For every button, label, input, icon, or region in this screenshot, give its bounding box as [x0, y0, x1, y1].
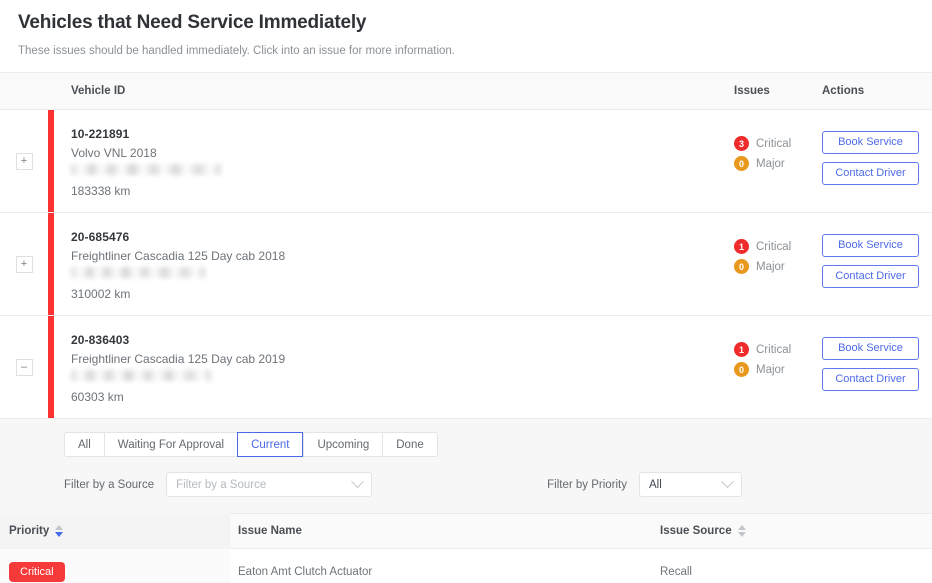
- filter-source-select[interactable]: Filter by a Source: [166, 472, 373, 497]
- vehicle-odometer: 60303 km: [71, 390, 124, 404]
- issues-cell: 3 Critical 0 Major: [734, 110, 822, 212]
- vehicle-info-cell: 10-221891 Volvo VNL 2018 183338 km: [54, 110, 734, 212]
- critical-label: Critical: [756, 137, 792, 150]
- actions-cell: Book Service Contact Driver: [822, 213, 932, 315]
- status-badge: Critical: [9, 562, 65, 582]
- vehicle-odometer: 310002 km: [71, 287, 131, 301]
- filter-source-label: Filter by a Source: [64, 478, 155, 491]
- chevron-down-icon: [721, 475, 734, 489]
- row-expand-button[interactable]: +: [15, 152, 33, 170]
- critical-issue-count: 1 Critical: [734, 342, 822, 357]
- table-row[interactable]: – 20-836403 Freightliner Cascadia 125 Da…: [0, 316, 932, 419]
- column-header-issue-name: Issue Name: [230, 525, 660, 537]
- major-count-badge: 0: [734, 362, 749, 377]
- table-row[interactable]: + 10-221891 Volvo VNL 2018 183338 km 3 C…: [0, 110, 932, 213]
- sort-descending-icon[interactable]: [55, 525, 64, 537]
- table-row[interactable]: + 20-685476 Freightliner Cascadia 125 Da…: [0, 213, 932, 316]
- tab-upcoming[interactable]: Upcoming: [303, 432, 383, 457]
- vehicle-info-cell: 20-685476 Freightliner Cascadia 125 Day …: [54, 213, 734, 315]
- sort-icon[interactable]: [737, 525, 746, 537]
- vehicle-id: 10-221891: [71, 127, 130, 141]
- major-label: Major: [756, 363, 785, 376]
- expander-cell: +: [0, 110, 48, 212]
- filter-source-placeholder: Filter by a Source: [176, 478, 267, 491]
- book-service-button[interactable]: Book Service: [822, 234, 919, 257]
- vehicle-model: Freightliner Cascadia 125 Day cab 2019: [71, 352, 286, 366]
- major-issue-count: 0 Major: [734, 156, 822, 171]
- vehicle-vin-redacted: [71, 267, 205, 278]
- tab-waiting-for-approval[interactable]: Waiting For Approval: [103, 432, 238, 457]
- critical-label: Critical: [756, 240, 792, 253]
- book-service-button[interactable]: Book Service: [822, 131, 919, 154]
- vehicle-id: 20-836403: [71, 333, 130, 347]
- issue-name: Eaton Amt Clutch Actuator: [238, 566, 373, 578]
- book-service-button[interactable]: Book Service: [822, 337, 919, 360]
- issue-row[interactable]: Critical Eaton Amt Clutch Actuator Recal…: [0, 548, 932, 583]
- filters-row: Filter by a Source Filter by a Source Fi…: [64, 472, 932, 497]
- tab-done[interactable]: Done: [382, 432, 438, 457]
- critical-count-badge: 1: [734, 239, 749, 254]
- tab-all[interactable]: All: [64, 432, 104, 457]
- expander-cell: +: [0, 213, 48, 315]
- row-collapse-button[interactable]: –: [15, 358, 33, 376]
- vehicle-model: Freightliner Cascadia 125 Day cab 2018: [71, 249, 286, 263]
- issues-table-header: Priority Issue Name Issue Source: [0, 513, 932, 549]
- row-expand-button[interactable]: +: [15, 255, 33, 273]
- issue-source: Recall: [660, 566, 692, 578]
- critical-count-badge: 3: [734, 136, 749, 151]
- critical-count-badge: 1: [734, 342, 749, 357]
- major-count-badge: 0: [734, 259, 749, 274]
- vehicle-model: Volvo VNL 2018: [71, 146, 157, 160]
- critical-issue-count: 1 Critical: [734, 239, 822, 254]
- column-header-actions: Actions: [822, 85, 865, 97]
- critical-issue-count: 3 Critical: [734, 136, 822, 151]
- filter-priority-label: Filter by Priority: [547, 478, 627, 491]
- filter-priority-select[interactable]: All: [639, 472, 742, 497]
- contact-driver-button[interactable]: Contact Driver: [822, 265, 919, 288]
- column-header-priority-label: Priority: [9, 525, 50, 537]
- expanded-detail-panel: All Waiting For Approval Current Upcomin…: [0, 419, 932, 583]
- major-label: Major: [756, 260, 785, 273]
- column-header-issue-source[interactable]: Issue Source: [660, 525, 932, 537]
- actions-cell: Book Service Contact Driver: [822, 316, 932, 418]
- vehicle-odometer: 183338 km: [71, 184, 131, 198]
- filter-priority-value: All: [649, 478, 662, 491]
- expander-cell: –: [0, 316, 48, 418]
- actions-cell: Book Service Contact Driver: [822, 110, 932, 212]
- page-header: Vehicles that Need Service Immediately T…: [0, 0, 932, 59]
- vehicles-table-header: Vehicle ID Issues Actions: [0, 73, 932, 110]
- contact-driver-button[interactable]: Contact Driver: [822, 368, 919, 391]
- contact-driver-button[interactable]: Contact Driver: [822, 162, 919, 185]
- column-header-issues: Issues: [734, 85, 770, 97]
- critical-label: Critical: [756, 343, 792, 356]
- vehicles-table: Vehicle ID Issues Actions + 10-221891 Vo…: [0, 72, 932, 583]
- issue-priority-cell: Critical: [0, 548, 230, 583]
- vehicle-info-cell: 20-836403 Freightliner Cascadia 125 Day …: [54, 316, 734, 418]
- column-header-issue-source-label: Issue Source: [660, 525, 732, 537]
- issues-table: Priority Issue Name Issue Source Critica…: [0, 513, 932, 583]
- chevron-down-icon: [351, 475, 364, 489]
- vehicle-id: 20-685476: [71, 230, 130, 244]
- column-header-priority[interactable]: Priority: [0, 513, 230, 549]
- column-header-vehicle-id: Vehicle ID: [71, 85, 126, 97]
- tab-current[interactable]: Current: [237, 432, 304, 457]
- major-label: Major: [756, 157, 785, 170]
- major-count-badge: 0: [734, 156, 749, 171]
- vehicle-vin-redacted: [71, 370, 211, 381]
- issues-cell: 1 Critical 0 Major: [734, 213, 822, 315]
- major-issue-count: 0 Major: [734, 259, 822, 274]
- major-issue-count: 0 Major: [734, 362, 822, 377]
- page-subtitle: These issues should be handled immediate…: [18, 45, 455, 57]
- column-header-issue-name-label: Issue Name: [238, 525, 302, 537]
- issues-cell: 1 Critical 0 Major: [734, 316, 822, 418]
- page-title: Vehicles that Need Service Immediately: [18, 12, 367, 33]
- vehicle-vin-redacted: [71, 164, 221, 175]
- status-filter-tabs: All Waiting For Approval Current Upcomin…: [64, 432, 438, 457]
